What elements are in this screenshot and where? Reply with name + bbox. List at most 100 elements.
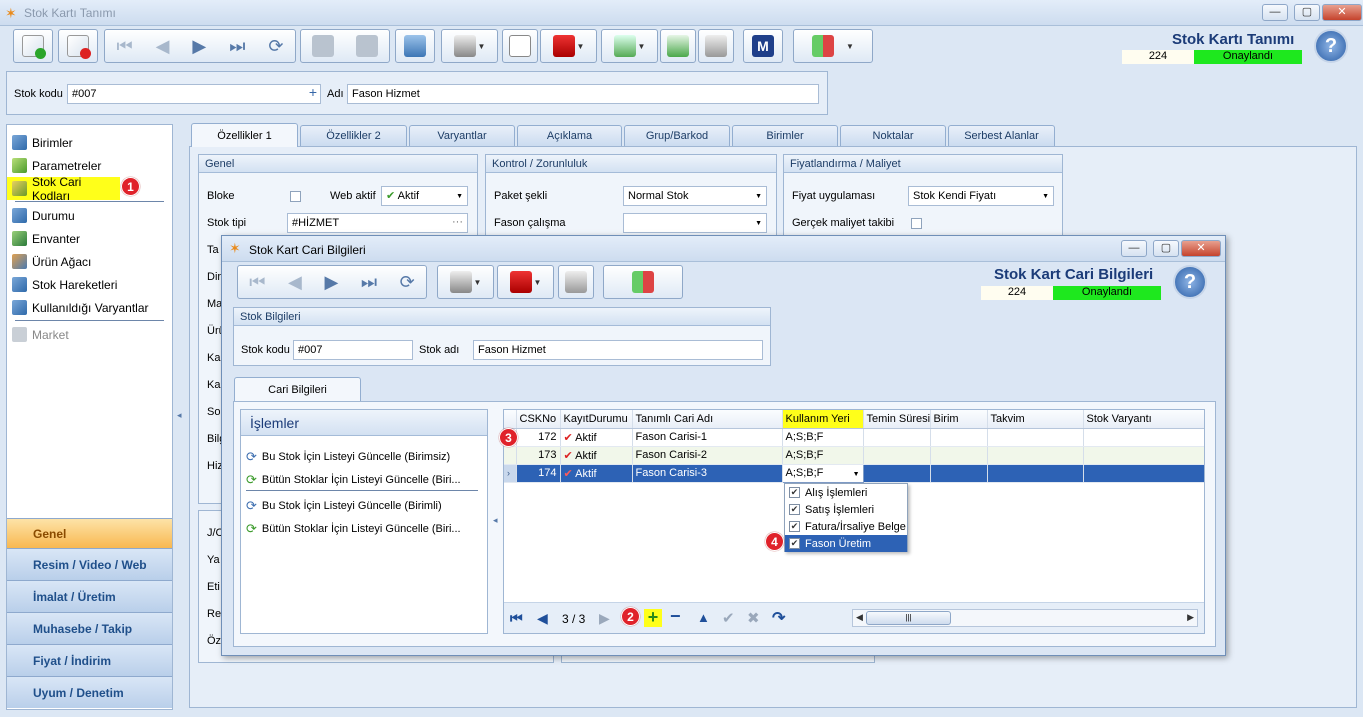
option-satis-islemleri[interactable]: ✔ Satış İşlemleri: [785, 501, 907, 518]
paket-sekli-select[interactable]: Normal Stok ▼: [623, 186, 767, 206]
m-button[interactable]: M: [743, 29, 783, 63]
nav-uyum-denetim[interactable]: Uyum / Denetim: [7, 676, 172, 708]
tab-cari-bilgileri[interactable]: Cari Bilgileri: [234, 377, 361, 402]
refresh-icon[interactable]: ↷: [772, 608, 785, 628]
print-button[interactable]: ▼: [441, 29, 498, 63]
dialog-maximize-button[interactable]: ▢: [1153, 240, 1179, 257]
sidebar-item-kullanildigi-varyantlar[interactable]: Kullanıldığı Varyantlar: [7, 296, 172, 319]
add-row-icon[interactable]: +: [644, 608, 662, 627]
splitter-arrow-icon[interactable]: ◂: [177, 410, 182, 421]
delete-record-button[interactable]: [58, 29, 98, 63]
cancel-edit-icon[interactable]: ✖: [747, 609, 760, 627]
horizontal-scrollbar[interactable]: ◀ ||| ▶: [852, 609, 1198, 627]
tab-varyantlar[interactable]: Varyantlar: [409, 125, 515, 146]
sidebar-item-durumu[interactable]: Durumu: [7, 204, 172, 227]
col-stok-varyanti[interactable]: Stok Varyantı: [1083, 410, 1204, 429]
dialog-stock-code-input[interactable]: #007: [293, 340, 413, 360]
plus-icon[interactable]: +: [309, 85, 317, 99]
tab-ozellikler-2[interactable]: Özellikler 2: [300, 125, 407, 146]
close-button[interactable]: ✕: [1322, 4, 1362, 21]
dialog-print-button[interactable]: ▼: [437, 265, 494, 299]
tab-aciklama[interactable]: Açıklama: [517, 125, 622, 146]
nav-muhasebe-takip[interactable]: Muhasebe / Takip: [7, 612, 172, 644]
cell-kayit-durumu[interactable]: ✔ Aktif: [560, 428, 633, 447]
action-update-all-birimli[interactable]: ⟳ Bütün Stoklar İçin Listeyi Güncelle (Bi…: [246, 521, 461, 537]
tab-serbest-alanlar[interactable]: Serbest Alanlar: [948, 125, 1055, 146]
sidebar-item-stok-hareketleri[interactable]: Stok Hareketleri: [7, 273, 172, 296]
stock-code-input[interactable]: #007 +: [67, 84, 321, 104]
dialog-record-navigation[interactable]: ⏮ ◀ ▶ ⏭ ⟳: [237, 265, 427, 299]
cell-kayit-durumu[interactable]: ✔ Aktif: [560, 464, 633, 483]
col-temin-suresi[interactable]: Temin Süresi: [863, 410, 931, 429]
nav-imalat-uretim[interactable]: İmalat / Üretim: [7, 580, 172, 612]
col-takvim[interactable]: Takvim: [987, 410, 1084, 429]
nav-fiyat-indirim[interactable]: Fiyat / İndirim: [7, 644, 172, 676]
dialog-settings-button[interactable]: [558, 265, 594, 299]
table-row-selected[interactable]: › 174 ✔ Aktif Fason Carisi-3 A;S;B;F ▼: [504, 463, 1204, 483]
first-record-icon[interactable]: ⏮: [116, 36, 132, 57]
nav-resim-video-web[interactable]: Resim / Video / Web: [7, 548, 172, 580]
prev-page-icon[interactable]: ◀: [537, 610, 548, 627]
chevron-down-icon[interactable]: ▼: [853, 471, 860, 478]
confirm-icon[interactable]: ✔: [722, 609, 735, 627]
stock-name-input[interactable]: Fason Hizmet: [347, 84, 819, 104]
action-update-all-birimsiz[interactable]: ⟳ Bütün Stoklar İçin Listeyi Güncelle (Bi…: [246, 472, 461, 488]
pdf-export-button[interactable]: ▼: [540, 29, 597, 63]
remove-row-icon[interactable]: −: [670, 606, 681, 627]
attach-button[interactable]: [502, 29, 538, 63]
preview-button[interactable]: [395, 29, 435, 63]
prev-record-icon[interactable]: ◀: [156, 36, 170, 57]
sidebar-item-birimler[interactable]: Birimler: [7, 131, 172, 154]
scroll-right-icon[interactable]: ▶: [1187, 612, 1194, 623]
bloke-checkbox[interactable]: [290, 191, 301, 202]
chevron-down-icon[interactable]: ▼: [474, 278, 482, 287]
splitter-arrow-icon[interactable]: ◂: [493, 515, 498, 526]
checkbox-checked[interactable]: ✔: [789, 504, 800, 515]
refresh-icon[interactable]: ⟳: [268, 36, 283, 57]
refresh-icon[interactable]: ⟳: [400, 272, 415, 293]
settings-button[interactable]: [698, 29, 734, 63]
table-row[interactable]: 173 ✔ Aktif Fason Carisi-2 A;S;B;F: [504, 446, 1204, 465]
dialog-minimize-button[interactable]: —: [1121, 240, 1147, 257]
chevron-down-icon[interactable]: ▼: [534, 278, 542, 287]
tab-ozellikler-1[interactable]: Özellikler 1: [191, 123, 298, 147]
nav-genel[interactable]: Genel: [7, 518, 172, 548]
tab-noktalar[interactable]: Noktalar: [840, 125, 946, 146]
col-birim[interactable]: Birim: [930, 410, 988, 429]
stok-tipi-input[interactable]: #HİZMET ···: [287, 213, 468, 233]
table-row[interactable]: 172 ✔ Aktif Fason Carisi-1 A;S;B;F: [504, 428, 1204, 447]
minimize-button[interactable]: —: [1262, 4, 1288, 21]
chevron-down-icon[interactable]: ▼: [478, 42, 486, 51]
first-record-icon[interactable]: ⏮: [249, 272, 265, 293]
save-icon[interactable]: [312, 35, 334, 57]
exit-button[interactable]: ▼: [793, 29, 873, 63]
cell-cari-adi[interactable]: Fason Carisi-1: [632, 428, 783, 447]
maximize-button[interactable]: ▢: [1294, 4, 1320, 21]
checkbox-checked[interactable]: ✔: [789, 538, 800, 549]
next-record-icon[interactable]: ▶: [324, 272, 338, 293]
chevron-down-icon[interactable]: ▼: [577, 42, 585, 51]
next-record-icon[interactable]: ▶: [192, 36, 206, 57]
sidebar-item-market[interactable]: Market: [7, 323, 172, 346]
sidebar-item-envanter[interactable]: Envanter: [7, 227, 172, 250]
cell-kullanim-yeri-editor[interactable]: A;S;B;F ▼: [781, 463, 864, 483]
save-group[interactable]: [300, 29, 390, 63]
checkbox-checked[interactable]: ✔: [789, 521, 800, 532]
scroll-thumb[interactable]: |||: [866, 611, 951, 625]
option-alis-islemleri[interactable]: ✔ Alış İşlemleri: [785, 484, 907, 501]
last-record-icon[interactable]: ⏭: [361, 272, 377, 293]
checkbox-checked[interactable]: ✔: [789, 487, 800, 498]
col-tanimli-cari-adi[interactable]: Tanımlı Cari Adı: [632, 410, 783, 429]
cell-cskno[interactable]: 172: [516, 428, 561, 447]
cell-kullanim-yeri[interactable]: A;S;B;F: [782, 446, 864, 465]
option-fatura-irsaliye[interactable]: ✔ Fatura/İrsaliye Belge: [785, 518, 907, 535]
help-icon[interactable]: ?: [1314, 29, 1348, 63]
new-record-button[interactable]: [13, 29, 53, 63]
transfer-button[interactable]: ▼: [601, 29, 658, 63]
col-kayit-durumu[interactable]: KayıtDurumu: [560, 410, 633, 429]
cell-cskno[interactable]: 174: [516, 464, 561, 483]
option-fason-uretim[interactable]: ✔ Fason Üretim: [785, 535, 907, 552]
sidebar-item-urun-agaci[interactable]: Ürün Ağacı: [7, 250, 172, 273]
prev-record-icon[interactable]: ◀: [288, 272, 302, 293]
col-cskno[interactable]: CSKNo: [516, 410, 561, 429]
